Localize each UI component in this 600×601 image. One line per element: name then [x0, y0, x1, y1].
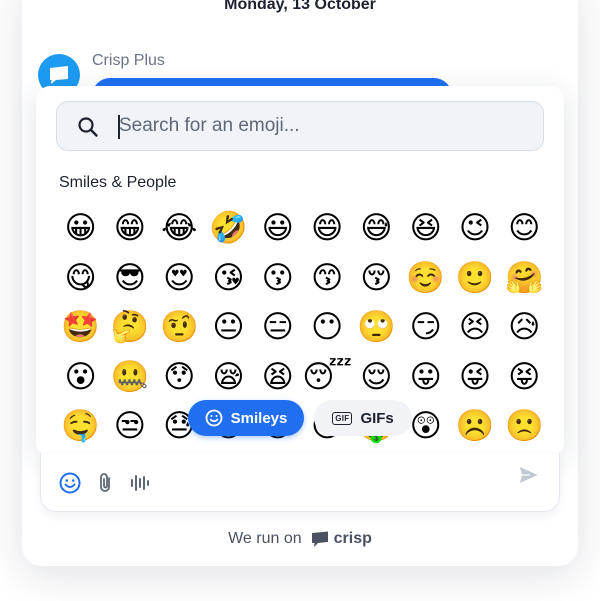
- picker-tab-switch: Smileys GIF GIFs: [188, 400, 412, 438]
- emoji-item[interactable]: 😑: [253, 303, 302, 353]
- emoji-item[interactable]: 😯: [155, 353, 204, 403]
- tab-smileys-label: Smileys: [230, 409, 288, 427]
- emoji-search-input[interactable]: [119, 102, 529, 150]
- emoji-search-box[interactable]: [56, 101, 544, 151]
- emoji-item[interactable]: 😙: [302, 254, 351, 304]
- emoji-item[interactable]: 😴: [302, 353, 352, 403]
- brand-name: crisp: [333, 530, 372, 547]
- category-title: Smiles & People: [59, 174, 177, 191]
- date-header: Monday, 13 October: [224, 0, 376, 13]
- footer-prefix: We run on: [228, 530, 302, 547]
- emoji-item[interactable]: 🤨: [155, 303, 204, 353]
- tab-gifs[interactable]: GIF GIFs: [314, 400, 412, 436]
- emoji-item[interactable]: 😄: [302, 204, 351, 254]
- emoji-item[interactable]: 🤔: [105, 303, 154, 353]
- emoji-item[interactable]: 😅: [352, 204, 401, 254]
- search-icon: [78, 117, 98, 137]
- emoji-item[interactable]: 😝: [500, 353, 549, 403]
- emoji-item[interactable]: 😶: [302, 303, 351, 353]
- emoji-item[interactable]: 😀: [56, 204, 105, 254]
- emoji-item[interactable]: 😉: [450, 204, 499, 254]
- emoji-item[interactable]: 🤩: [56, 303, 105, 353]
- emoji-item[interactable]: 😊: [500, 204, 549, 254]
- gif-icon: GIF: [332, 411, 353, 425]
- emoji-item[interactable]: 😒: [105, 402, 154, 452]
- smiley-icon[interactable]: [58, 471, 82, 495]
- tab-gifs-label: GIFs: [360, 409, 394, 427]
- emoji-item[interactable]: 😏: [401, 303, 450, 353]
- emoji-item[interactable]: 😮: [56, 353, 105, 403]
- emoji-item[interactable]: 🤐: [105, 353, 154, 403]
- emoji-item[interactable]: 😃: [253, 204, 302, 254]
- emoji-item[interactable]: 😐: [204, 303, 253, 353]
- emoji-item[interactable]: 😛: [401, 353, 450, 403]
- sender-name: Crisp Plus: [92, 52, 165, 69]
- emoji-item[interactable]: 😋: [56, 254, 105, 304]
- emoji-item[interactable]: 😥: [500, 303, 549, 353]
- paperclip-icon[interactable]: [94, 471, 118, 495]
- waveform-icon[interactable]: [128, 471, 152, 495]
- emoji-item[interactable]: 😗: [253, 254, 302, 304]
- emoji-item[interactable]: 😆: [401, 204, 450, 254]
- emoji-item[interactable]: 😘: [204, 254, 253, 304]
- emoji-item[interactable]: 😫: [253, 353, 302, 403]
- emoji-item[interactable]: 😂: [155, 204, 204, 254]
- emoji-item[interactable]: 😪: [204, 353, 253, 403]
- emoji-item[interactable]: 🤤: [56, 402, 105, 452]
- footer: We run on crisp: [0, 530, 600, 548]
- emoji-item[interactable]: 🤗: [500, 254, 549, 304]
- emoji-item[interactable]: 🙄: [352, 303, 401, 353]
- chat-bubble-icon: [50, 66, 68, 84]
- emoji-item[interactable]: 😜: [450, 353, 499, 403]
- emoji-item[interactable]: 😣: [450, 303, 499, 353]
- emoji-item[interactable]: 🙂: [450, 254, 499, 304]
- emoji-item[interactable]: 😚: [352, 254, 401, 304]
- emoji-item[interactable]: 😌: [352, 353, 401, 403]
- emoji-item[interactable]: ☺️: [401, 254, 450, 304]
- emoji-picker: Smiles & People 😀😁😂🤣😃😄😅😆😉😊 😋😎😍😘😗😙😚☺️🙂🤗 🤩🤔🤨…: [36, 86, 564, 456]
- emoji-item[interactable]: 🙁: [500, 402, 549, 452]
- emoji-item[interactable]: 🤣: [204, 204, 253, 254]
- emoji-item[interactable]: 😍: [155, 254, 204, 304]
- emoji-item[interactable]: 😎: [105, 254, 154, 304]
- smiley-icon: [205, 409, 223, 427]
- crisp-logo-icon: [311, 531, 328, 547]
- message-composer: [40, 454, 560, 512]
- tab-smileys[interactable]: Smileys: [188, 400, 304, 436]
- emoji-item[interactable]: ☹️: [450, 402, 499, 452]
- send-icon[interactable]: [517, 463, 541, 487]
- emoji-item[interactable]: 😁: [105, 204, 154, 254]
- crisp-brand-link[interactable]: crisp: [310, 530, 372, 548]
